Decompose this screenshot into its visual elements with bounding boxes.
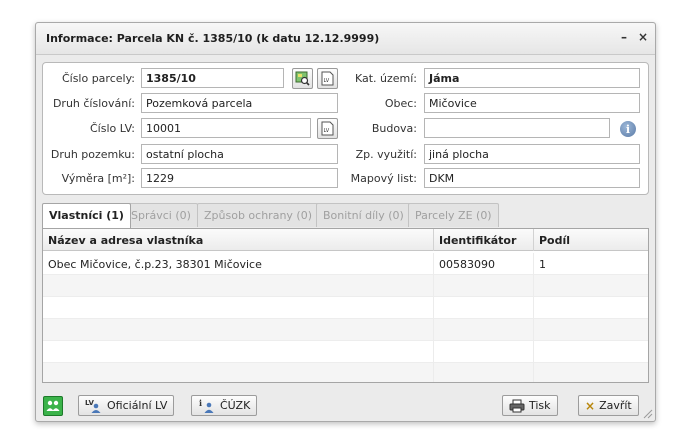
- info-icon[interactable]: i: [620, 121, 636, 137]
- cislo-parcely-field[interactable]: 1385/10: [141, 68, 284, 88]
- tab-bonitni-dily[interactable]: Bonitní díly (0): [316, 203, 411, 227]
- zp-vyuziti-label: Zp. využití:: [355, 148, 417, 161]
- budova-field[interactable]: [424, 118, 610, 138]
- svg-text:i: i: [199, 398, 202, 408]
- print-label: Tisk: [529, 399, 551, 412]
- mapovy-list-label: Mapový list:: [350, 172, 417, 185]
- lv-person-icon: LV: [85, 399, 101, 413]
- table-row-empty: [43, 341, 648, 363]
- table-row-empty: [43, 297, 648, 319]
- column-header-nazev[interactable]: Název a adresa vlastníka: [43, 229, 434, 251]
- cislo-lv-field[interactable]: 10001: [141, 118, 311, 138]
- info-person-icon: i: [199, 398, 214, 413]
- share-cell: 1: [539, 258, 546, 271]
- vymera-field[interactable]: 1229: [141, 168, 338, 188]
- svg-text:LV: LV: [85, 399, 94, 407]
- tab-zpusob-ochrany[interactable]: Způsob ochrany (0): [197, 203, 320, 227]
- layers-toggle-button[interactable]: [43, 396, 63, 416]
- close-button[interactable]: × Zavřít: [578, 395, 639, 416]
- table-row-empty: [43, 319, 648, 341]
- minimize-button[interactable]: –: [621, 30, 627, 44]
- druh-pozemku-field[interactable]: ostatní plocha: [141, 144, 338, 164]
- info-window: Informace: Parcela KN č. 1385/10 (k datu…: [35, 22, 656, 422]
- budova-label: Budova:: [371, 122, 417, 135]
- vymera-label: Výměra [m²]:: [61, 172, 135, 185]
- resize-grip-icon[interactable]: [641, 407, 653, 419]
- window-title: Informace: Parcela KN č. 1385/10 (k datu…: [46, 32, 380, 45]
- cislo-lv-label: Číslo LV:: [89, 122, 135, 135]
- zp-vyuziti-field[interactable]: jiná plocha: [424, 144, 640, 164]
- oficialni-lv-label: Oficiální LV: [107, 399, 168, 412]
- table-row-empty: [43, 363, 648, 382]
- map-search-icon: [295, 71, 310, 86]
- lv-document-icon: LV: [321, 121, 334, 136]
- table-row[interactable]: Obec Mičovice, č.p.23, 38301 Mičovice 00…: [43, 253, 648, 275]
- identifier-cell: 00583090: [434, 253, 534, 275]
- lv-detail-button[interactable]: LV: [317, 118, 338, 139]
- mapovy-list-field[interactable]: DKM: [424, 168, 640, 188]
- owner-name-cell: Obec Mičovice, č.p.23, 38301 Mičovice: [43, 253, 434, 275]
- obec-field[interactable]: Mičovice: [424, 93, 640, 113]
- print-button[interactable]: Tisk: [502, 395, 558, 416]
- cuzk-button[interactable]: i ČÚZK: [191, 395, 258, 416]
- cislo-parcely-label: Číslo parcely:: [61, 72, 135, 85]
- close-window-button[interactable]: ×: [638, 30, 648, 44]
- close-label: Zavřít: [599, 399, 632, 412]
- svg-text:LV: LV: [324, 128, 330, 134]
- locate-on-map-button[interactable]: [292, 68, 313, 89]
- tab-strip: Vlastníci (1) Správci (0) Způsob ochrany…: [42, 203, 649, 228]
- svg-text:LV: LV: [324, 78, 330, 84]
- obec-label: Obec:: [384, 97, 417, 110]
- column-header-podil[interactable]: Podíl: [534, 229, 649, 251]
- column-header-identifikator[interactable]: Identifikátor: [434, 229, 534, 251]
- tab-parcely-ze[interactable]: Parcely ZE (0): [408, 203, 499, 227]
- cuzk-label: ČÚZK: [220, 399, 251, 412]
- close-x-icon: ×: [585, 398, 596, 413]
- oficialni-lv-button[interactable]: LV Oficiální LV: [78, 395, 175, 416]
- kat-uzemi-field[interactable]: Jáma: [424, 68, 640, 88]
- kat-uzemi-label: Kat. území:: [354, 72, 417, 85]
- tab-spravci[interactable]: Správci (0): [124, 203, 198, 227]
- parcel-details-panel: Číslo parcely: 1385/10 LV Druh číslování…: [42, 62, 649, 195]
- lv-document-icon: LV: [321, 71, 334, 86]
- druh-cislovani-field[interactable]: Pozemková parcela: [141, 93, 338, 113]
- druh-pozemku-label: Druh pozemku:: [50, 148, 135, 161]
- table-header: Název a adresa vlastníka Identifikátor P…: [43, 229, 648, 251]
- tab-vlastnici[interactable]: Vlastníci (1): [42, 203, 131, 228]
- people-icon: [46, 400, 60, 411]
- druh-cislovani-label: Druh číslování:: [52, 97, 135, 110]
- owners-table: Název a adresa vlastníka Identifikátor P…: [42, 228, 649, 383]
- table-row-empty: [43, 275, 648, 297]
- title-bar[interactable]: Informace: Parcela KN č. 1385/10 (k datu…: [36, 23, 655, 55]
- lv-document-button[interactable]: LV: [317, 68, 338, 89]
- printer-icon: [509, 399, 525, 412]
